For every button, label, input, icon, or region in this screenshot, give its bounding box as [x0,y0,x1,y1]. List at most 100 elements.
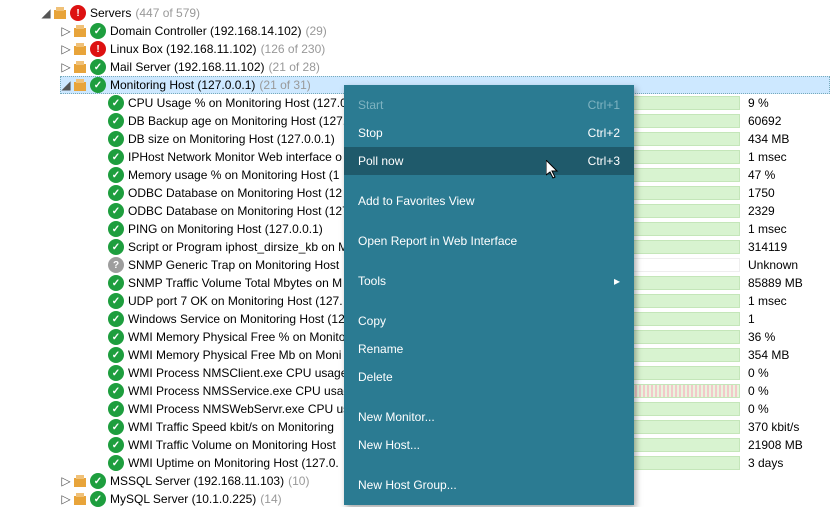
sparkline [630,222,740,236]
no-arrow-icon: · [96,222,108,236]
node-label: SNMP Traffic Volume Total Mbytes on M [128,276,342,290]
node-value: 36 % [748,330,775,344]
menu-shortcut: Ctrl+2 [588,126,620,140]
node-label: Linux Box (192.168.11.102) [110,42,257,56]
status-icon: ✓ [108,293,124,309]
no-arrow-icon: · [96,258,108,272]
node-count: (14) [260,492,281,506]
sparkline [630,114,740,128]
node-count: (29) [305,24,326,38]
sparkline [630,150,740,164]
menu-separator [344,255,634,267]
expand-arrow-icon[interactable]: ▷ [60,24,72,38]
node-label: Script or Program iphost_dirsize_kb on M [128,240,348,254]
menu-item[interactable]: New Monitor... [344,403,634,431]
status-icon: ✓ [108,419,124,435]
tree-row-root[interactable]: ◢ ! Servers (447 of 579) [0,4,830,22]
menu-item-label: New Host Group... [358,478,457,492]
sparkline [630,258,740,272]
node-value: 1 [748,312,755,326]
node-value: 434 MB [748,132,789,146]
tree-row-server[interactable]: ▷✓Domain Controller (192.168.14.102)(29) [0,22,830,40]
menu-item: StartCtrl+1 [344,91,634,119]
node-value: 60692 [748,114,781,128]
node-value: 1 msec [748,294,787,308]
node-value: Unknown [748,258,798,272]
node-label: WMI Uptime on Monitoring Host (127.0. [128,456,339,470]
status-icon: ✓ [108,365,124,381]
node-label: WMI Traffic Volume on Monitoring Host [128,438,336,452]
status-icon: ? [108,257,124,273]
node-value: 1750 [748,186,775,200]
node-value: 314119 [748,240,787,254]
node-value: 85889 MB [748,276,803,290]
node-label: DB size on Monitoring Host (127.0.0.1) [128,132,335,146]
expand-arrow-icon[interactable]: ▷ [60,42,72,56]
menu-item-label: Add to Favorites View [358,194,475,208]
menu-separator [344,391,634,403]
menu-separator [344,215,634,227]
node-value: 354 MB [748,348,789,362]
sparkline [630,330,740,344]
status-icon: ✓ [108,203,124,219]
no-arrow-icon: · [96,366,108,380]
status-icon: ✓ [108,383,124,399]
menu-item[interactable]: Open Report in Web Interface [344,227,634,255]
collapse-arrow-icon[interactable]: ◢ [40,6,52,20]
expand-arrow-icon[interactable]: ▷ [60,492,72,506]
host-icon [72,473,88,489]
menu-item[interactable]: Stop Ctrl+2 [344,119,634,147]
expand-arrow-icon[interactable]: ▷ [60,60,72,74]
no-arrow-icon: · [96,168,108,182]
status-icon: ✓ [108,95,124,111]
menu-item[interactable]: Copy [344,307,634,335]
node-value: 47 % [748,168,775,182]
sparkline [630,348,740,362]
no-arrow-icon: · [96,186,108,200]
menu-separator [344,295,634,307]
sparkline [630,384,740,398]
menu-item[interactable]: Delete [344,363,634,391]
node-value: 0 % [748,384,769,398]
menu-item-label: Tools [358,274,386,288]
node-value: 0 % [748,402,769,416]
host-icon [72,23,88,39]
node-value: 3 days [748,456,783,470]
sparkline [630,276,740,290]
tree-row-server[interactable]: ▷✓Mail Server (192.168.11.102)(21 of 28) [0,58,830,76]
menu-item-label: New Host... [358,438,420,452]
menu-item-label: Open Report in Web Interface [358,234,517,248]
status-icon: ✓ [108,275,124,291]
status-icon: ✓ [108,455,124,471]
menu-item[interactable]: Tools▸ [344,267,634,295]
group-icon [52,5,68,21]
host-icon [72,77,88,93]
node-label: ODBC Database on Monitoring Host (127 [128,204,349,218]
status-icon: ✓ [108,149,124,165]
sparkline [630,96,740,110]
menu-item[interactable]: Add to Favorites View [344,187,634,215]
status-icon: ✓ [108,329,124,345]
no-arrow-icon: · [96,438,108,452]
node-label: Monitoring Host (127.0.0.1) [110,78,255,92]
no-arrow-icon: · [96,348,108,362]
menu-item[interactable]: New Host... [344,431,634,459]
expand-arrow-icon[interactable]: ▷ [60,474,72,488]
node-label: SNMP Generic Trap on Monitoring Host [128,258,339,272]
status-icon: ✓ [108,311,124,327]
menu-item[interactable]: Poll nowCtrl+3 [344,147,634,175]
collapse-arrow-icon[interactable]: ◢ [60,78,72,92]
menu-item-label: New Monitor... [358,410,435,424]
sparkline [630,312,740,326]
sparkline [630,456,740,470]
menu-item[interactable]: Rename [344,335,634,363]
tree-row-server[interactable]: ▷!Linux Box (192.168.11.102)(126 of 230) [0,40,830,58]
node-label: Memory usage % on Monitoring Host (1 [128,168,339,182]
menu-item[interactable]: New Host Group... [344,471,634,499]
menu-item-label: Stop [358,126,383,140]
host-icon [72,59,88,75]
node-value: 1 msec [748,222,787,236]
sparkline [630,402,740,416]
node-label: Servers [90,6,131,20]
sparkline [630,132,740,146]
